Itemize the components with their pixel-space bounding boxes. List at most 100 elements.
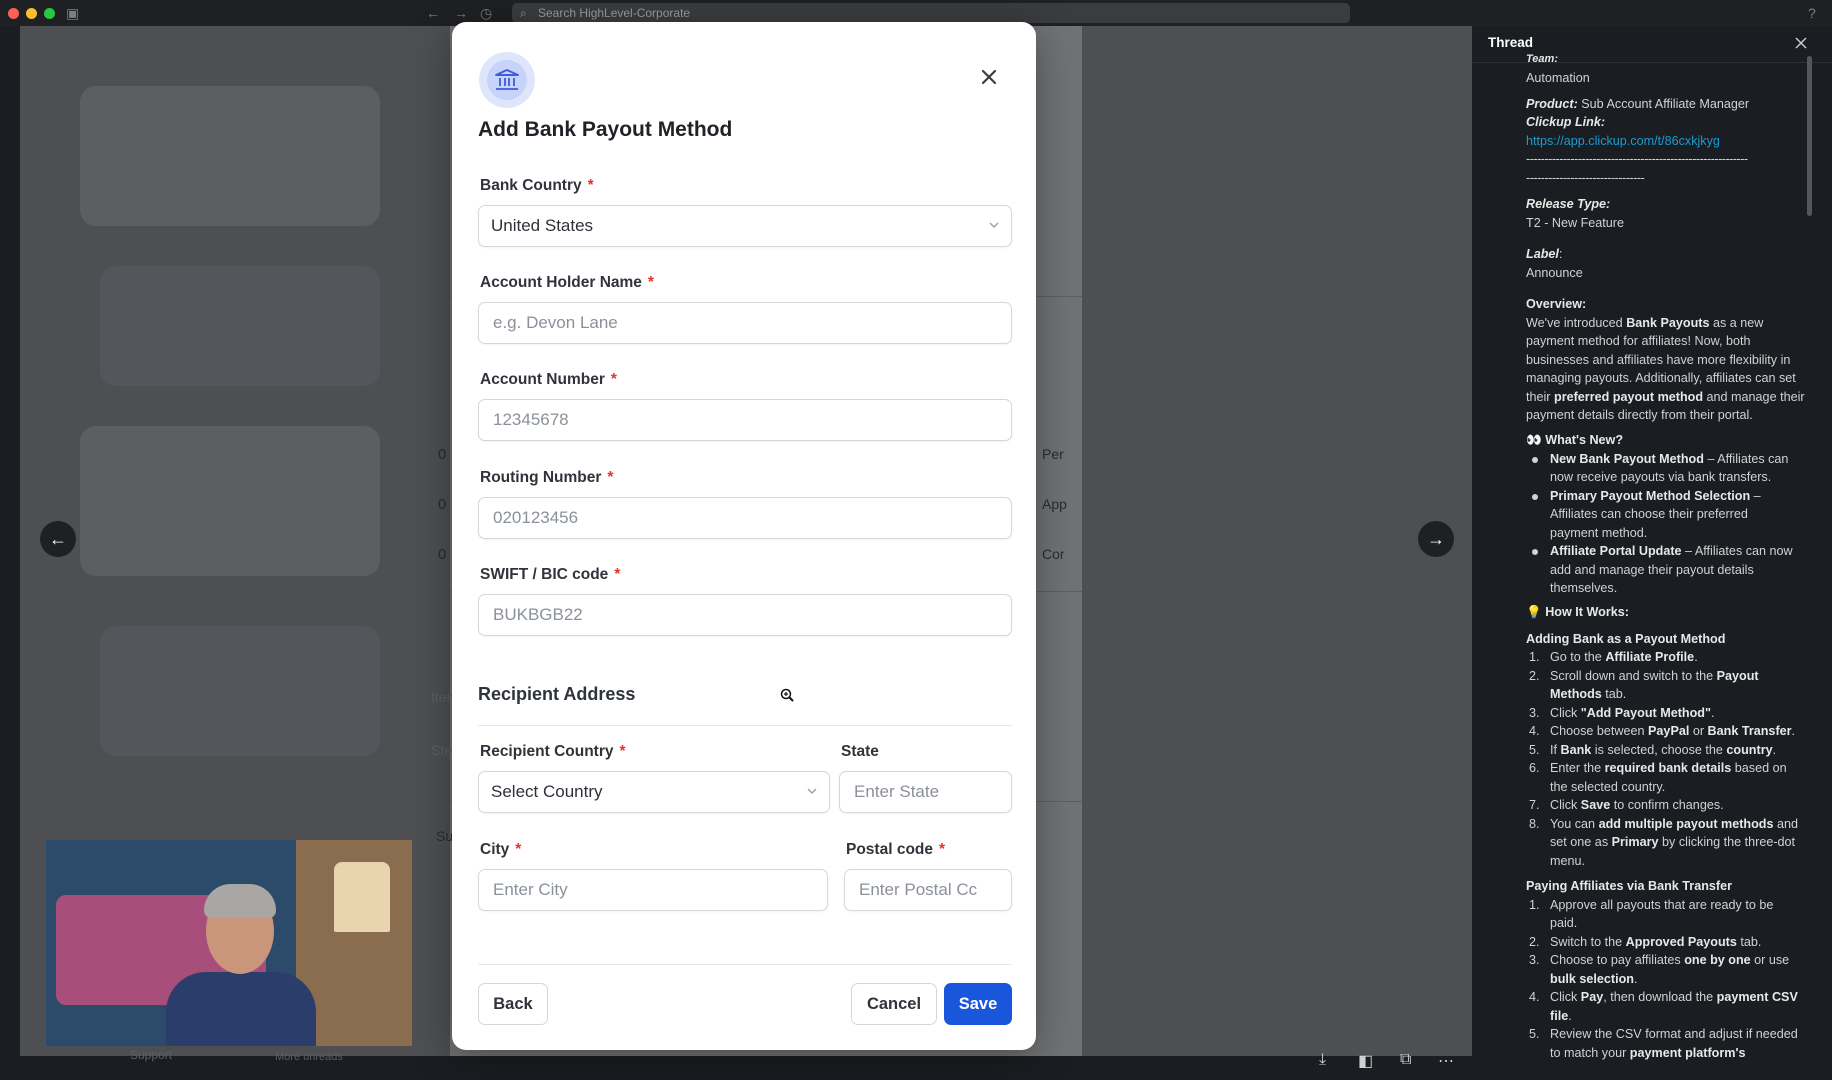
whats-new-heading: 👀 What's New?: [1526, 433, 1624, 447]
separator: --------------------------------: [1526, 171, 1645, 185]
account-holder-label: Account Holder Name *: [480, 274, 654, 291]
forward-arrow-icon[interactable]: →: [454, 3, 468, 23]
step-item: Choose to pay affiliates one by one or u…: [1550, 953, 1790, 967]
download-icon[interactable]: ⤓: [1319, 1051, 1326, 1069]
whats-new-item: New Bank Payout Method – Affiliates can: [1550, 452, 1789, 466]
list-number: 4.: [1529, 990, 1540, 1004]
history-clock-icon[interactable]: ◷: [480, 3, 492, 23]
sidebar-toggle-icon[interactable]: ▣: [66, 3, 79, 23]
bank-icon-badge: [479, 52, 535, 108]
step-item: Choose between PayPal or Bank Transfer.: [1550, 724, 1796, 738]
step-item: Methods tab.: [1550, 687, 1627, 701]
next-image-button[interactable]: →: [1418, 521, 1454, 557]
help-icon[interactable]: ?: [1808, 3, 1816, 23]
account-holder-input[interactable]: e.g. Devon Lane: [478, 302, 1012, 344]
thread-scrollbar[interactable]: [1807, 56, 1812, 216]
search-icon: ⌕: [520, 6, 527, 20]
overview-label: Overview:: [1526, 297, 1587, 311]
previous-image-button[interactable]: ←: [40, 521, 76, 557]
step-item: the selected country.: [1550, 780, 1666, 794]
routing-number-label: Routing Number *: [480, 469, 614, 486]
modal-title: Add Bank Payout Method: [478, 118, 733, 141]
copy-icon[interactable]: ⧉: [1400, 1051, 1411, 1069]
postal-code-input[interactable]: Enter Postal Cc: [844, 869, 1012, 911]
cancel-button[interactable]: Cancel: [851, 983, 937, 1025]
zoom-in-cursor-icon: [780, 688, 794, 702]
step-item: Switch to the Approved Payouts tab.: [1550, 935, 1762, 949]
label-label: Label:: [1526, 247, 1563, 261]
bank-icon: [495, 69, 519, 90]
postal-code-label: Postal code *: [846, 841, 946, 858]
list-number: 3.: [1529, 953, 1540, 967]
add-bank-payout-modal: Add Bank Payout Method Bank Country * Uni…: [452, 22, 1036, 1050]
recipient-country-select[interactable]: Select Country: [478, 771, 830, 813]
step-item: Enter the required bank details based on: [1550, 761, 1787, 775]
list-number: 5.: [1529, 743, 1540, 757]
list-number: 3.: [1529, 706, 1540, 720]
whats-new-item: add and manage their payout details: [1550, 563, 1754, 577]
whats-new-item: now receive payouts via bank transfers.: [1550, 470, 1772, 484]
more-options-icon[interactable]: ⋯: [1438, 1051, 1454, 1071]
step-item: If Bank is selected, choose the country.: [1550, 743, 1777, 757]
speaker-figure: [166, 884, 316, 1046]
city-input[interactable]: Enter City: [478, 869, 828, 911]
chevron-down-icon: [989, 222, 999, 228]
step-item: menu.: [1550, 854, 1586, 868]
background-label: App: [1042, 496, 1067, 512]
overview-text: payment details directly from their port…: [1526, 408, 1753, 422]
step-item: You can add multiple payout methods and: [1550, 817, 1799, 831]
footer-divider: [478, 964, 1012, 965]
list-number: 2.: [1529, 935, 1540, 949]
release-type-label: Release Type:: [1526, 197, 1611, 211]
window-zoom-button[interactable]: [44, 8, 55, 19]
workspace-search-input[interactable]: ⌕ Search HighLevel-Corporate: [512, 3, 1350, 23]
overview-text: their preferred payout method and manage…: [1526, 390, 1805, 404]
city-label: City *: [480, 841, 522, 858]
background-label: More unreads: [275, 1051, 343, 1063]
chevron-down-icon: [807, 788, 817, 794]
step-item: file.: [1550, 1009, 1572, 1023]
step-item: Click "Add Payout Method".: [1550, 706, 1715, 720]
bank-country-label: Bank Country *: [480, 177, 594, 194]
list-number: 2.: [1529, 669, 1540, 683]
step-item: Click Pay, then download the payment CSV: [1550, 990, 1798, 1004]
background-label: Per: [1042, 446, 1064, 462]
background-label: Ste: [431, 742, 453, 758]
team-label: Team:: [1526, 53, 1558, 65]
bullet: [1532, 457, 1538, 463]
release-type-value: T2 - New Feature: [1526, 216, 1624, 230]
clickup-link[interactable]: https://app.clickup.com/t/86cxkjkyg: [1526, 132, 1720, 151]
back-arrow-icon[interactable]: ←: [426, 3, 440, 23]
bank-country-select[interactable]: United States: [478, 205, 1012, 247]
split-view-icon[interactable]: ◧: [1358, 1051, 1373, 1071]
step-item: bulk selection.: [1550, 972, 1638, 986]
whats-new-item: Affiliate Portal Update – Affiliates can…: [1550, 544, 1793, 558]
list-number: 4.: [1529, 724, 1540, 738]
close-icon[interactable]: [976, 64, 1002, 90]
save-button[interactable]: Save: [944, 983, 1012, 1025]
step-item: Go to the Affiliate Profile.: [1550, 650, 1698, 664]
window-minimize-button[interactable]: [26, 8, 37, 19]
step-item: Review the CSV format and adjust if need…: [1550, 1027, 1798, 1041]
overview-text: payment method for affiliates! Now, both: [1526, 334, 1751, 348]
list-number: 7.: [1529, 798, 1540, 812]
lightbulb-emoji-icon: 💡: [1526, 605, 1542, 619]
label-value: Announce: [1526, 266, 1583, 280]
whats-new-item: Affiliates can choose their preferred: [1550, 507, 1748, 521]
swift-code-input[interactable]: BUKBGB22: [478, 594, 1012, 636]
eyes-emoji-icon: 👀: [1526, 433, 1542, 447]
background-value: 0: [438, 446, 447, 463]
state-input[interactable]: Enter State: [839, 771, 1012, 813]
account-number-input[interactable]: 12345678: [478, 399, 1012, 441]
back-button[interactable]: Back: [478, 983, 548, 1025]
step-item: Click Save to confirm changes.: [1550, 798, 1724, 812]
thread-title: Thread: [1488, 35, 1534, 50]
state-label: State: [841, 743, 879, 760]
step-item: to match your payment platform's: [1550, 1046, 1746, 1060]
window-close-button[interactable]: [8, 8, 19, 19]
close-icon[interactable]: [1794, 36, 1808, 50]
whats-new-item: themselves.: [1550, 581, 1618, 595]
video-call-thumbnail[interactable]: [46, 840, 412, 1046]
routing-number-input[interactable]: 020123456: [478, 497, 1012, 539]
step-item: Scroll down and switch to the Payout: [1550, 669, 1759, 683]
